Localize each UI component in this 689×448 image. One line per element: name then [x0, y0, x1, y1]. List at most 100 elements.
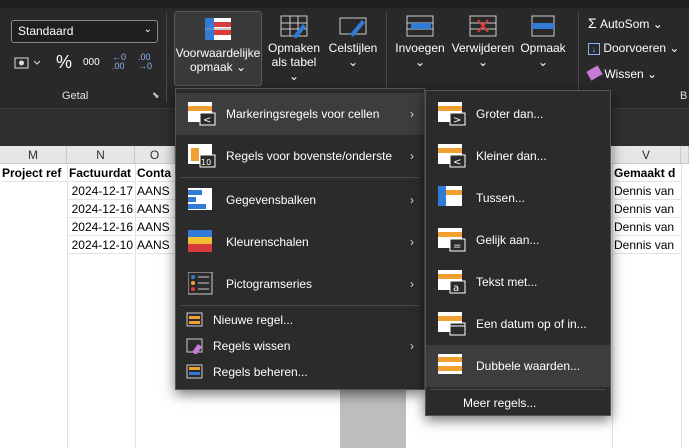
ribbon-separator: [578, 12, 579, 102]
conditional-formatting-icon: [205, 18, 231, 40]
cell-styles-button[interactable]: Celstijlen ⌄: [325, 14, 381, 84]
ribbon-top-strip: [0, 0, 689, 8]
dialog-launcher-icon[interactable]: ⬊: [152, 90, 160, 101]
menu-item-color-scales[interactable]: Kleurenschalen ›: [176, 221, 424, 263]
column-header-w[interactable]: [681, 146, 689, 164]
submenu-item-date-occurring[interactable]: Een datum op of in...: [426, 303, 610, 345]
top-bottom-rules-icon: 10: [188, 144, 216, 168]
insert-cells-icon: [406, 15, 434, 37]
menu-item-data-bars[interactable]: Gegevensbalken ›: [176, 179, 424, 221]
chevron-right-icon: ›: [410, 277, 414, 291]
menu-item-label: Markeringsregels voor cellen: [226, 107, 380, 121]
submenu-item-text-contains[interactable]: a Tekst met...: [426, 261, 610, 303]
greater-than-icon: >: [438, 102, 466, 126]
decrease-decimals-button[interactable]: ←0 .00: [112, 53, 126, 71]
submenu-item-duplicate-values[interactable]: Dubbele waarden...: [426, 345, 610, 387]
chevron-down-icon: ⌄: [477, 55, 489, 69]
format-as-table-button[interactable]: Opmaken als tabel ⌄: [265, 14, 323, 84]
menu-separator: [180, 177, 420, 178]
clear-rules-icon: [186, 338, 203, 354]
chevron-right-icon: ›: [410, 235, 414, 249]
cell-header-contact[interactable]: Conta: [137, 165, 175, 182]
column-header-n[interactable]: N: [67, 146, 135, 164]
format-cells-icon: [531, 15, 555, 37]
conditional-formatting-label-line2: opmaak ⌄: [189, 60, 247, 74]
cell-header-project-ref[interactable]: Project ref: [2, 165, 67, 182]
column-header-o[interactable]: O: [135, 146, 175, 164]
cell-contact[interactable]: AANS: [137, 237, 175, 254]
conditional-formatting-button[interactable]: Voorwaardelijke opmaak ⌄: [174, 11, 262, 86]
menu-item-label: Regels beheren...: [213, 365, 308, 379]
cell-date[interactable]: 2024-12-16: [69, 219, 133, 236]
column-header-m[interactable]: M: [0, 146, 67, 164]
chevron-down-icon: ⌄: [647, 67, 658, 81]
format-as-table-icon: [280, 15, 308, 39]
less-than-icon: <: [438, 144, 466, 168]
grid-line: [681, 164, 682, 448]
svg-text:10: 10: [201, 158, 211, 167]
autosum-button[interactable]: Σ AutoSom ⌄: [588, 15, 663, 31]
submenu-item-greater-than[interactable]: > Groter dan...: [426, 93, 610, 135]
cell-creator[interactable]: Dennis van: [614, 183, 681, 200]
menu-item-manage-rules[interactable]: Regels beheren...: [176, 359, 424, 385]
clear-button[interactable]: Wissen ⌄: [586, 65, 658, 81]
cell-date[interactable]: 2024-12-17: [69, 183, 133, 200]
eraser-icon: [586, 65, 603, 81]
submenu-item-less-than[interactable]: < Kleiner dan...: [426, 135, 610, 177]
format-button[interactable]: Opmaak ⌄: [517, 14, 569, 84]
menu-item-top-bottom-rules[interactable]: 10 Regels voor bovenste/onderste ›: [176, 135, 424, 177]
cell-creator[interactable]: Dennis van: [614, 201, 681, 218]
accounting-format-button[interactable]: [14, 55, 44, 74]
column-header-v[interactable]: V: [612, 146, 681, 164]
chevron-down-icon: ⌄: [537, 55, 549, 69]
cell-contact[interactable]: AANS: [137, 219, 175, 236]
highlight-cells-rules-submenu: > Groter dan... < Kleiner dan... Tussen.…: [425, 90, 611, 416]
text-contains-icon: a: [438, 270, 466, 294]
new-rule-icon: [186, 312, 203, 327]
highlight-rules-icon: <: [188, 102, 216, 126]
insert-label: Invoegen: [395, 41, 445, 55]
number-format-dropdown[interactable]: Standaard ⌄: [11, 20, 158, 43]
cell-creator[interactable]: Dennis van: [614, 219, 681, 236]
cell-styles-label: Celstijlen: [328, 41, 378, 55]
menu-item-new-rule[interactable]: Nieuwe regel...: [176, 307, 424, 333]
chevron-right-icon: ›: [410, 149, 414, 163]
cell-date[interactable]: 2024-12-16: [69, 201, 133, 218]
thousands-separator-button[interactable]: 000: [83, 57, 100, 68]
ribbon-separator: [166, 12, 167, 102]
percent-button[interactable]: %: [56, 52, 72, 73]
menu-item-label: Pictogramseries: [226, 277, 313, 291]
grid-line: [67, 164, 68, 448]
submenu-item-between[interactable]: Tussen...: [426, 177, 610, 219]
sigma-icon: Σ: [588, 15, 597, 31]
duplicate-values-icon: [438, 354, 462, 374]
grid-line: [135, 164, 136, 448]
manage-rules-icon: [186, 364, 203, 379]
cell-header-gemaakt-door[interactable]: Gemaakt d: [614, 165, 681, 182]
menu-item-clear-rules[interactable]: Regels wissen ›: [176, 333, 424, 359]
insert-button[interactable]: Invoegen ⌄: [392, 14, 448, 84]
menu-item-highlight-cells-rules[interactable]: < Markeringsregels voor cellen ›: [176, 93, 424, 135]
cell-contact[interactable]: AANS: [137, 183, 175, 200]
accounting-icon: [14, 57, 41, 69]
cell-contact[interactable]: AANS: [137, 201, 175, 218]
format-as-table-label-line1: Opmaken: [267, 41, 321, 55]
submenu-item-label: Gelijk aan...: [476, 233, 540, 247]
equal-to-icon: =: [438, 228, 466, 252]
cell-creator[interactable]: Dennis van: [614, 237, 681, 254]
delete-button[interactable]: Verwijderen ⌄: [450, 14, 516, 84]
submenu-item-equal-to[interactable]: = Gelijk aan...: [426, 219, 610, 261]
cell-header-factuurdatum[interactable]: Factuurdat: [69, 165, 135, 182]
chevron-down-icon: ⌄: [652, 17, 663, 31]
submenu-item-label: Groter dan...: [476, 107, 544, 121]
menu-item-icon-sets[interactable]: Pictogramseries ›: [176, 263, 424, 305]
increase-decimals-button[interactable]: .00 →0: [138, 53, 152, 71]
svg-text:>: >: [453, 115, 461, 126]
submenu-item-label: Een datum op of in...: [476, 317, 587, 331]
submenu-item-more-rules[interactable]: Meer regels...: [426, 391, 610, 415]
cell-date[interactable]: 2024-12-10: [69, 237, 133, 254]
svg-text:=: =: [453, 241, 461, 252]
menu-item-label: Kleurenschalen: [226, 235, 309, 249]
fill-button[interactable]: ↓ Doorvoeren ⌄: [588, 41, 679, 55]
submenu-item-label: Meer regels...: [463, 396, 537, 410]
